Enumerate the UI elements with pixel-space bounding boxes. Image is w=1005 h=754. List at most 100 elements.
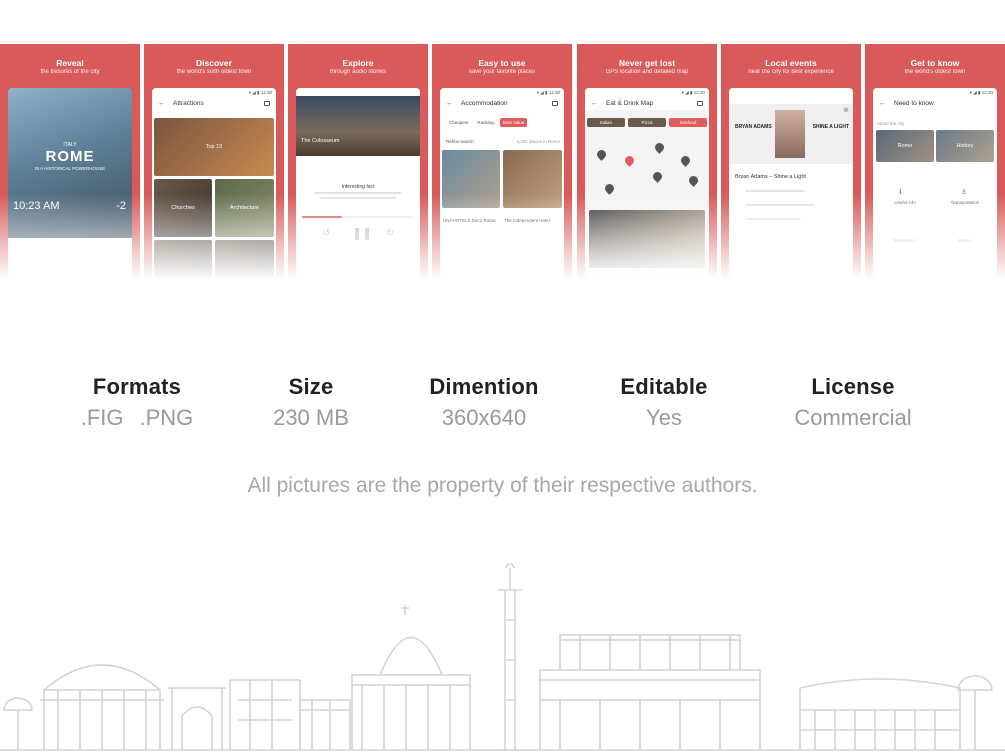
hotel-name[interactable]: The Independent Hotel xyxy=(504,218,560,223)
category-architecture[interactable]: Architecture xyxy=(215,179,274,237)
format-png: .PNG xyxy=(139,405,194,430)
colosseum-photo xyxy=(296,96,420,156)
item-emergency[interactable]: Emergency xyxy=(877,238,933,243)
panel-easy-to-use: Easy to use save your favorite places ▾ … xyxy=(432,44,572,294)
spec-editable: Editable Yes xyxy=(620,372,707,434)
panel-title: Explore xyxy=(342,58,374,68)
phone-screen: BRYAN ADAMS SHINE A LIGHT ⊗ Bryan Adams … xyxy=(729,88,853,294)
chip-italian[interactable]: Italian xyxy=(587,118,625,127)
map-pin-icon[interactable] xyxy=(603,182,616,195)
filter-tabs: Cheapest Ranking Best Value xyxy=(446,118,528,127)
panel-subtitle: save your favorite places xyxy=(468,69,536,75)
filter-ranking[interactable]: Ranking xyxy=(474,118,497,127)
spec-value: 230 MB xyxy=(273,405,349,430)
anchor-icon: ⚓ xyxy=(961,189,968,196)
poster-title: SHINE A LIGHT xyxy=(812,124,849,130)
local-time: 10:23 AM xyxy=(13,200,60,212)
phone-screen: ▾ ◢ ▮ 12:30 ← Need to know About the cit… xyxy=(873,88,997,294)
audio-progress-fill xyxy=(302,216,342,218)
map-pin-icon[interactable] xyxy=(651,170,664,183)
panel-subtitle: the tresures of the city xyxy=(40,69,100,75)
restaurant-card[interactable] xyxy=(589,210,705,268)
appbar-title: Attractions xyxy=(173,99,204,107)
pause-icon[interactable]: ❚❚ xyxy=(352,226,372,240)
place-title: The Colosseum xyxy=(301,138,340,144)
spec-license: License Commercial xyxy=(794,372,911,434)
panel-caption: Get to know the world's oldest town xyxy=(865,44,1005,88)
item-money[interactable]: Money xyxy=(937,238,993,243)
spec-value: Commercial xyxy=(794,405,912,430)
panel-title: Reveal xyxy=(56,58,84,68)
spec-label: License xyxy=(811,374,895,399)
status-bar: ▾ ◢ ▮ 12:30 xyxy=(248,90,272,95)
filter-best-value[interactable]: Best Value xyxy=(499,118,528,127)
fact-text xyxy=(314,192,402,194)
chip-seafood[interactable]: Seafood xyxy=(669,118,707,127)
status-bar: ▾ ◢ ▮ 12:30 xyxy=(969,90,993,95)
panel-reveal: Reveal the tresures of the city ITALY RO… xyxy=(0,44,140,294)
event-title[interactable]: Bryan Adams – Shine a Light xyxy=(735,174,806,180)
map-pin-icon[interactable] xyxy=(679,154,692,167)
fact-text xyxy=(320,197,396,199)
panel-subtitle: near the city for best experience xyxy=(748,69,834,75)
rewind-icon[interactable]: ↺ xyxy=(322,228,330,239)
panel-discover: Discover the world's sixth oldest town ▾… xyxy=(144,44,284,294)
spec-row: Formats .FIG .PNG Size 230 MB Dimention 3… xyxy=(0,372,1005,442)
refine-search[interactable]: Refine search xyxy=(446,139,474,144)
map-pin-icon[interactable] xyxy=(687,174,700,187)
map-pin-icon[interactable] xyxy=(595,148,608,161)
app-bar: ← Eat & Drink Map xyxy=(585,96,709,110)
hotel-photo[interactable] xyxy=(442,150,500,208)
spec-value: .FIG .PNG xyxy=(81,402,194,434)
back-arrow-icon[interactable]: ← xyxy=(591,100,598,107)
map-icon[interactable] xyxy=(697,100,703,106)
app-bar: ← Attractions xyxy=(152,96,276,110)
map-icon[interactable] xyxy=(552,100,558,106)
item-useful-info[interactable]: Useful info xyxy=(877,200,933,205)
back-arrow-icon[interactable]: ← xyxy=(446,100,453,107)
home-menu xyxy=(8,238,132,294)
chip-pizza[interactable]: Pizza xyxy=(628,118,666,127)
map-icon[interactable] xyxy=(264,100,270,106)
category-churches[interactable]: Churches xyxy=(154,179,212,237)
filter-cheapest[interactable]: Cheapest xyxy=(446,118,471,127)
panel-caption: Discover the world's sixth oldest town xyxy=(144,44,284,88)
panel-title: Never get lost xyxy=(618,58,676,68)
panel-caption: Explore through audio stories xyxy=(288,44,428,88)
spec-label: Formats xyxy=(92,374,182,399)
hotel-name[interactable]: UNAHOTELS Decò Roma xyxy=(443,218,499,223)
tile-history[interactable]: History xyxy=(936,130,994,162)
app-bar: ← Accommodation xyxy=(440,96,564,110)
phone-screen: ITALY ROME IS A HISTORICAL POWERHOUSE 10… xyxy=(8,88,132,294)
hotel-photo[interactable] xyxy=(503,150,562,208)
artist-photo xyxy=(775,110,805,158)
preview-strip: Reveal the tresures of the city ITALY RO… xyxy=(0,44,1005,294)
spec-dimention: Dimention 360x640 xyxy=(429,372,538,434)
panel-caption: Reveal the tresures of the city xyxy=(0,44,140,88)
back-arrow-icon[interactable]: ← xyxy=(158,100,165,107)
panel-caption: Never get lost GPS location and detailed… xyxy=(577,44,717,88)
category-tile[interactable] xyxy=(215,240,274,290)
format-fig: .FIG xyxy=(80,405,124,430)
forward-icon[interactable]: ↻ xyxy=(386,228,394,239)
map-pin-icon[interactable] xyxy=(653,141,666,154)
category-top10[interactable]: Top 10 xyxy=(154,118,274,176)
panel-caption: Easy to use save your favorite places xyxy=(432,44,572,88)
spec-label: Editable xyxy=(620,374,708,399)
back-arrow-icon[interactable]: ← xyxy=(879,100,886,107)
tile-rome[interactable]: Rome xyxy=(876,130,934,162)
poster-artist: BRYAN ADAMS xyxy=(735,124,772,130)
panel-local-events: Local events near the city for best expe… xyxy=(721,44,861,294)
map-pin-icon[interactable] xyxy=(623,154,636,167)
category-tile[interactable] xyxy=(154,240,212,290)
phone-screen: ▾ ◢ ▮ 12:30 ← Accommodation Cheapest Ran… xyxy=(440,88,564,294)
phone-screen: ▾ ◢ ▮ 12:30 ← Attractions Top 10 Churche… xyxy=(152,88,276,294)
close-icon[interactable]: ⊗ xyxy=(843,106,849,114)
item-transportation[interactable]: Transportation xyxy=(937,200,993,205)
rome-skyline-illustration xyxy=(0,563,1005,751)
event-detail xyxy=(745,190,805,192)
appbar-title: Accommodation xyxy=(461,99,508,107)
event-detail xyxy=(745,218,801,220)
temperature: -2 xyxy=(116,200,126,212)
panel-subtitle: through audio stories xyxy=(329,69,387,75)
